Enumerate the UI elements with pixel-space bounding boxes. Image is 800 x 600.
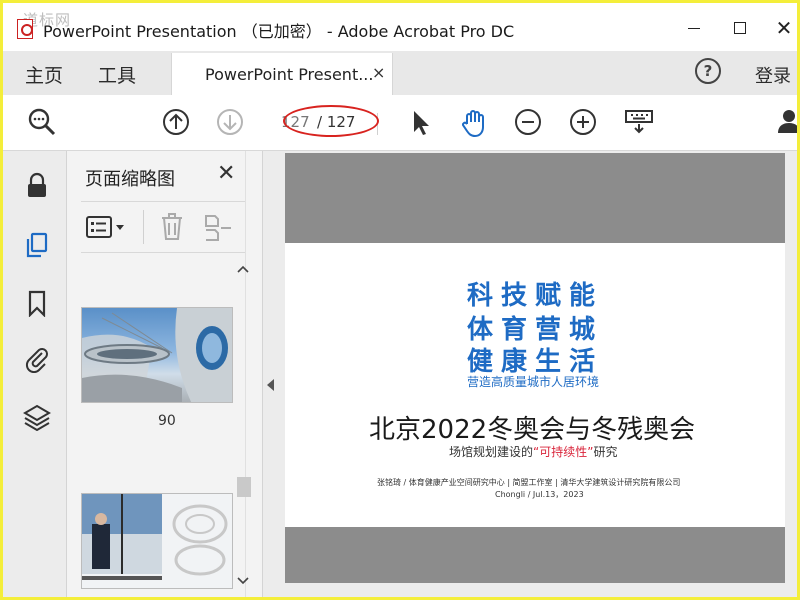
- collapse-panel-icon[interactable]: [267, 379, 274, 391]
- tab-bar: 主页 工具 PowerPoint Present... × ? 登录: [3, 51, 797, 95]
- select-cursor-icon[interactable]: [405, 107, 435, 137]
- app-window: 道标网 PowerPoint Presentation （已加密） - Adob…: [0, 0, 800, 600]
- slide-top-band: [285, 153, 785, 243]
- document-scrollbar[interactable]: [785, 151, 797, 597]
- thumbnail-page-label: 90: [158, 413, 176, 429]
- close-window-button[interactable]: ✕: [769, 15, 797, 41]
- layers-icon[interactable]: [23, 403, 51, 431]
- hand-tool-icon[interactable]: [458, 107, 488, 138]
- lock-icon[interactable]: [23, 171, 51, 199]
- pages-icon[interactable]: [23, 231, 51, 259]
- subtitle-highlight: “可持续性”: [533, 445, 594, 459]
- title-bar: 道标网 PowerPoint Presentation （已加密） - Adob…: [3, 3, 797, 51]
- minimize-button[interactable]: [679, 15, 709, 41]
- page-down-icon[interactable]: [215, 107, 245, 137]
- attachment-icon[interactable]: [23, 345, 51, 373]
- thumbnail-options-icon[interactable]: [85, 214, 131, 240]
- left-nav-rail: [3, 151, 67, 597]
- bookmark-icon[interactable]: [23, 289, 51, 317]
- page-up-icon[interactable]: [161, 107, 191, 137]
- window-title: PowerPoint Presentation （已加密） - Adobe Ac…: [43, 22, 515, 41]
- page-thumbnail-next[interactable]: [81, 493, 233, 589]
- tab-home[interactable]: 主页: [25, 61, 63, 88]
- slide-bottom-band: [285, 527, 785, 583]
- close-panel-button[interactable]: ✕: [217, 161, 235, 186]
- maximize-button[interactable]: [725, 15, 755, 41]
- slide-headline-1: 科技赋能: [467, 281, 604, 311]
- acrobat-app-icon: [17, 19, 33, 39]
- tab-tools[interactable]: 工具: [98, 61, 136, 88]
- slide-subtitle: 场馆规划建设的“可持续性”研究: [449, 443, 617, 460]
- thumbnails-toolbar: [81, 201, 245, 253]
- thumbnails-panel-title: 页面缩略图: [85, 169, 175, 190]
- tab-document[interactable]: PowerPoint Present... ×: [171, 53, 393, 95]
- thumbnails-scrollbar-thumb[interactable]: [237, 477, 251, 497]
- sign-in-button[interactable]: 登录: [755, 62, 791, 88]
- thumbnails-scroll-down-icon[interactable]: [237, 577, 249, 585]
- zoom-search-icon[interactable]: [27, 107, 57, 137]
- subtitle-prefix: 场馆规划建设的: [449, 445, 534, 459]
- thumbnails-scroll-up-icon[interactable]: [237, 265, 249, 273]
- pdf-page: 科技赋能 体育营城 健康生活 营造高质量城市人居环境 北京2022冬奥会与冬残奥…: [285, 153, 785, 583]
- slide-date: Chongli / Jul.13，2023: [495, 490, 584, 499]
- annotation-ellipse: [283, 105, 379, 137]
- zoom-out-icon[interactable]: [513, 107, 543, 137]
- slide-main-title: 北京2022冬奥会与冬残奥会: [369, 415, 696, 445]
- zoom-in-icon[interactable]: [568, 107, 598, 137]
- subtitle-suffix: 研究: [593, 445, 618, 459]
- help-button[interactable]: ?: [695, 58, 721, 84]
- rotate-pages-icon[interactable]: [203, 212, 233, 242]
- panel-divider: [245, 151, 246, 597]
- slide-authors: 张铭琦 / 体育健康产业空间研究中心 | 简盟工作室 | 清华大学建筑设计研究院…: [377, 478, 681, 487]
- toolbar: 127 / 127: [3, 95, 797, 151]
- thumbnails-toolbar-divider: [143, 210, 144, 244]
- keyboard-icon[interactable]: [623, 107, 653, 137]
- share-user-icon[interactable]: [777, 107, 797, 137]
- close-tab-button[interactable]: ×: [372, 63, 385, 82]
- document-tab-label: PowerPoint Present...: [205, 65, 374, 84]
- slide-tagline: 营造高质量城市人居环境: [467, 375, 600, 389]
- page-thumbnail-90[interactable]: [81, 307, 233, 403]
- trash-icon[interactable]: [159, 212, 185, 242]
